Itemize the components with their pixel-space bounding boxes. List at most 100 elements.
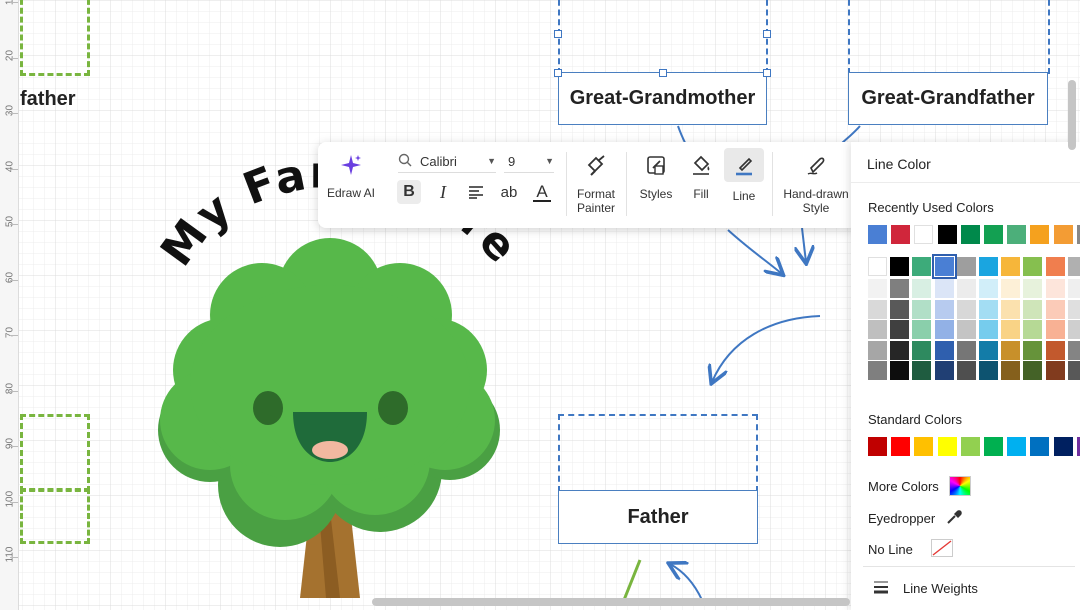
bold-button[interactable]: B [397,180,421,204]
theme-color-swatch[interactable] [1067,320,1080,339]
theme-color-swatch[interactable] [868,320,887,339]
theme-color-swatch[interactable] [1045,279,1065,298]
no-line-item[interactable]: No Line [868,539,953,560]
theme-color-swatch[interactable] [1001,299,1021,319]
theme-color-swatch[interactable] [1001,340,1021,360]
align-icon[interactable] [464,180,488,204]
theme-color-swatch[interactable] [890,299,910,319]
great-grandfather-photo-box[interactable] [848,0,1050,74]
theme-color-swatch[interactable] [912,340,932,360]
theme-color-swatch[interactable] [890,279,910,298]
recent-color-swatch[interactable] [1007,225,1027,244]
father-label[interactable]: Father [558,490,758,544]
theme-color-swatch[interactable] [1067,279,1080,298]
selection-handle[interactable] [763,69,771,77]
left-dashed-box-mid[interactable] [20,414,90,492]
selection-handle[interactable] [659,69,667,77]
theme-color-swatch[interactable] [934,361,954,380]
eyedropper-item[interactable]: Eyedropper [868,508,963,529]
theme-color-swatch[interactable] [1023,340,1043,360]
selection-handle[interactable] [763,30,771,38]
selection-handle[interactable] [554,30,562,38]
theme-color-swatch[interactable] [912,320,932,339]
theme-color-swatch[interactable] [1023,257,1043,276]
theme-color-swatch[interactable] [934,320,954,339]
line-weights-item[interactable]: Line Weights [873,580,978,597]
theme-color-swatch[interactable] [868,299,887,319]
font-size-select[interactable]: 9 ▼ [504,150,554,173]
standard-color-swatch[interactable] [960,437,980,456]
theme-color-swatch[interactable] [1067,257,1080,276]
selection-handle[interactable] [554,69,562,77]
theme-color-swatch[interactable] [1023,299,1043,319]
vertical-scrollbar[interactable] [1068,80,1076,150]
left-dashed-box-top[interactable] [20,0,90,76]
theme-color-swatch[interactable] [979,320,998,339]
left-dashed-box-low[interactable] [20,488,90,544]
recent-color-swatch[interactable] [1030,225,1050,244]
horizontal-scrollbar[interactable] [372,598,850,606]
theme-color-swatch[interactable] [956,257,976,276]
standard-color-swatch[interactable] [914,437,934,456]
great-grandfather-label[interactable]: Great-Grandfather [848,72,1048,125]
fill-button[interactable]: Fill [680,152,722,201]
theme-color-swatch[interactable] [912,299,932,319]
standard-color-swatch[interactable] [1007,437,1027,456]
theme-color-swatch[interactable] [890,257,910,276]
theme-color-swatch[interactable] [934,299,954,319]
theme-color-swatch[interactable] [868,361,887,380]
theme-color-swatch[interactable] [931,254,957,279]
theme-color-swatch[interactable] [979,257,998,276]
theme-color-swatch[interactable] [1023,320,1043,339]
theme-color-swatch[interactable] [956,340,976,360]
format-painter-button[interactable]: Format Painter [570,152,622,215]
theme-color-swatch[interactable] [1067,299,1080,319]
theme-color-swatch[interactable] [890,361,910,380]
theme-color-swatch[interactable] [912,361,932,380]
theme-color-swatch[interactable] [956,279,976,298]
edraw-ai-button[interactable]: Edraw AI [322,152,380,200]
theme-color-swatch[interactable] [934,340,954,360]
standard-color-swatch[interactable] [984,437,1003,456]
recent-color-swatch[interactable] [960,225,980,244]
left-father-label[interactable]: father [20,88,76,111]
standard-color-swatch[interactable] [868,437,887,456]
recent-color-swatch[interactable] [984,225,1003,244]
theme-color-swatch[interactable] [868,257,887,276]
great-grandmother-label[interactable]: Great-Grandmother [558,72,767,125]
standard-color-swatch[interactable] [1053,437,1073,456]
theme-color-swatch[interactable] [912,279,932,298]
recent-color-swatch[interactable] [914,225,934,244]
text-spacing-button[interactable]: ab [497,180,521,204]
theme-color-swatch[interactable] [890,320,910,339]
standard-color-swatch[interactable] [891,437,911,456]
styles-button[interactable]: Styles [634,152,678,201]
theme-color-swatch[interactable] [979,340,998,360]
theme-color-swatch[interactable] [956,361,976,380]
theme-color-swatch[interactable] [1001,320,1021,339]
theme-color-swatch[interactable] [979,279,998,298]
theme-color-swatch[interactable] [1045,361,1065,380]
theme-color-swatch[interactable] [1001,279,1021,298]
theme-color-swatch[interactable] [890,340,910,360]
theme-color-swatch[interactable] [1023,279,1043,298]
font-color-button[interactable]: A [530,180,554,204]
theme-color-swatch[interactable] [1045,257,1065,276]
theme-color-swatch[interactable] [979,361,998,380]
theme-color-swatch[interactable] [956,320,976,339]
standard-color-swatch[interactable] [1030,437,1050,456]
more-colors-item[interactable]: More Colors [868,476,971,496]
theme-color-swatch[interactable] [1023,361,1043,380]
theme-color-swatch[interactable] [979,299,998,319]
theme-color-swatch[interactable] [1001,361,1021,380]
hand-drawn-style-button[interactable]: Hand-drawn Style [778,152,854,215]
theme-color-swatch[interactable] [934,279,954,298]
theme-color-swatch[interactable] [868,340,887,360]
font-family-select[interactable]: Calibri ▼ [398,150,496,173]
recent-color-swatch[interactable] [891,225,911,244]
recent-color-swatch[interactable] [868,225,887,244]
theme-color-swatch[interactable] [956,299,976,319]
theme-color-swatch[interactable] [1067,340,1080,360]
theme-color-swatch[interactable] [912,257,932,276]
theme-color-swatch[interactable] [1067,361,1080,380]
